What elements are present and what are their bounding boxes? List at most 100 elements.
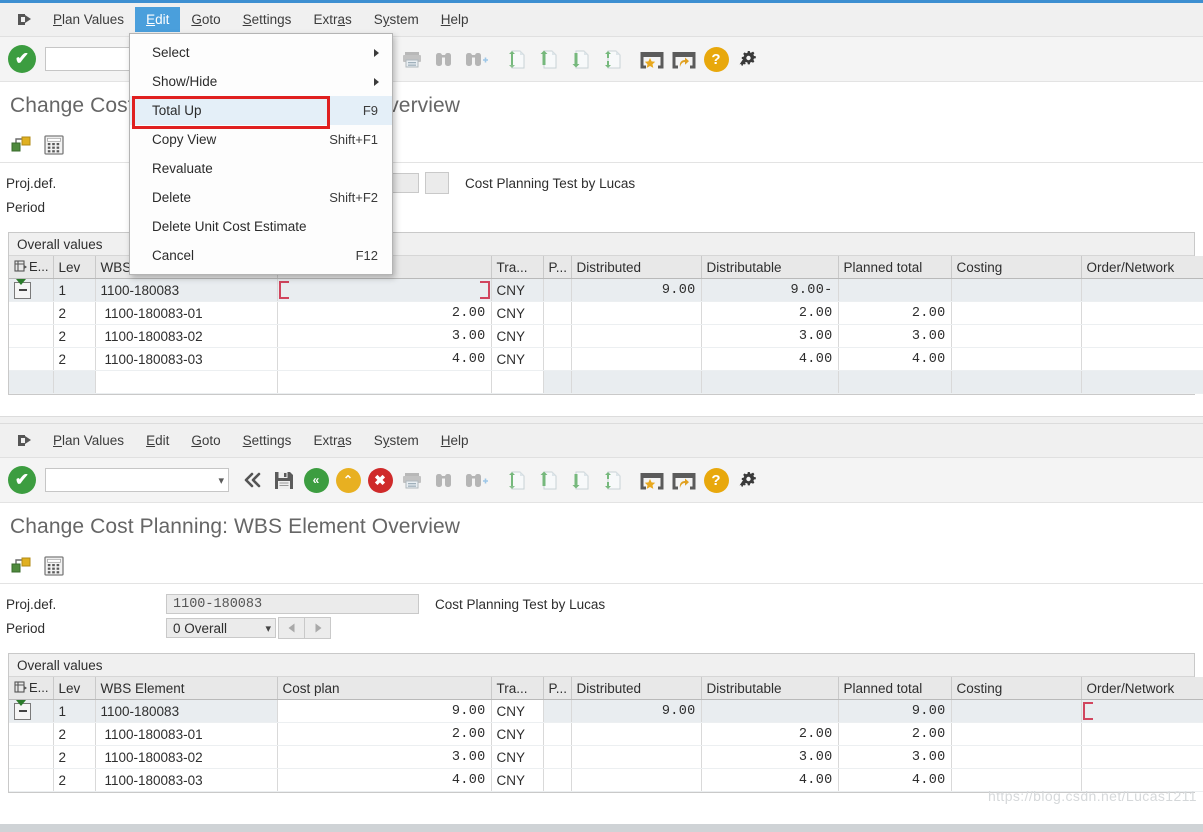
header-tra[interactable]: Tra... (491, 677, 543, 700)
menu-item-settings[interactable]: Settings (232, 428, 303, 453)
header-distributed[interactable]: Distributed (571, 677, 701, 700)
nav-previous-icon[interactable] (278, 617, 305, 639)
first-page-icon[interactable] (501, 44, 531, 74)
header-order-network[interactable]: Order/Network (1081, 677, 1203, 700)
table-row[interactable]: 2 1100-180083-03 4.00 CNY 4.00 4.00 (9, 348, 1203, 371)
header-distributable[interactable]: Distributable (701, 256, 838, 279)
last-page-icon[interactable] (597, 44, 627, 74)
row-node-toggle-bottom[interactable] (9, 769, 53, 792)
cell-cost-plan[interactable] (277, 279, 491, 302)
header-p[interactable]: P... (543, 256, 571, 279)
table-settings-icon[interactable]: E... (9, 256, 53, 279)
hierarchy-structure-icon[interactable] (8, 552, 36, 580)
find-icon[interactable] (429, 44, 459, 74)
calculator-icon[interactable] (40, 552, 68, 580)
menu-option-delete-unit-cost-estimate[interactable]: Delete Unit Cost Estimate (130, 212, 392, 241)
menu-item-settings[interactable]: Settings (232, 7, 303, 32)
first-page-icon[interactable] (501, 465, 531, 495)
next-page-icon[interactable] (565, 465, 595, 495)
menu-item-plan-values[interactable]: Plan Values (42, 428, 135, 453)
header-planned-total[interactable]: Planned total (838, 256, 951, 279)
table-row[interactable]: 1 1100-180083 9.00 CNY 9.00 9.00 (9, 700, 1203, 723)
header-costing[interactable]: Costing (951, 256, 1081, 279)
menu-item-goto[interactable]: Goto (180, 7, 231, 32)
find-icon[interactable] (429, 465, 459, 495)
projdef-extra-box-top[interactable] (425, 172, 449, 194)
table-row[interactable]: 2 1100-180083-01 2.00 CNY 2.00 2.00 (9, 723, 1203, 746)
next-page-icon[interactable] (565, 44, 595, 74)
enter-ok-icon[interactable]: ✔ (8, 45, 36, 73)
print-icon[interactable] (397, 465, 427, 495)
menu-item-extras[interactable]: Extras (302, 428, 362, 453)
header-p[interactable]: P... (543, 677, 571, 700)
cell-cost-plan[interactable]: 9.00 (277, 700, 491, 723)
find-next-icon[interactable] (461, 465, 491, 495)
calculator-icon[interactable] (40, 131, 68, 159)
header-planned-total[interactable]: Planned total (838, 677, 951, 700)
table-row[interactable]: 2 1100-180083-01 2.00 CNY 2.00 2.00 (9, 302, 1203, 325)
menu-item-help[interactable]: Help (430, 428, 480, 453)
menu-item-plan-values[interactable]: PPlan Valueslan Values (42, 7, 135, 32)
exit-up-icon[interactable]: ⌃ (333, 465, 363, 495)
command-field-bottom[interactable]: ▾ (45, 468, 229, 492)
row-node-toggle-top[interactable] (9, 302, 53, 325)
table-row[interactable]: 1 1100-180083 CNY 9.00 9.00- (9, 279, 1203, 302)
row-node-toggle-bottom[interactable] (9, 723, 53, 746)
back-green-icon[interactable]: « (301, 465, 331, 495)
menu-option-select[interactable]: Select (130, 38, 392, 67)
menu-option-cancel[interactable]: Cancel F12 (130, 241, 392, 270)
menu-item-edit[interactable]: Edit (135, 428, 180, 453)
edit-dropdown-menu[interactable]: Select Show/Hide Total Up F9 Copy View S… (129, 33, 393, 275)
menu-item-edit[interactable]: Edit (135, 7, 180, 32)
header-cost-plan[interactable]: Cost plan (277, 677, 491, 700)
nav-next-icon[interactable] (304, 617, 331, 639)
menu-item-help[interactable]: Help (430, 7, 480, 32)
table-row[interactable]: 2 1100-180083-02 3.00 CNY 3.00 3.00 (9, 746, 1203, 769)
table-row[interactable]: 2 1100-180083-02 3.00 CNY 3.00 3.00 (9, 325, 1203, 348)
system-menu-icon[interactable] (0, 12, 42, 27)
help-icon[interactable]: ? (701, 465, 731, 495)
collapse-node-icon[interactable] (14, 282, 31, 299)
cell-cost-plan[interactable]: 2.00 (277, 302, 491, 325)
customize-icon[interactable] (733, 44, 763, 74)
cell-order-network[interactable] (1081, 700, 1203, 723)
row-node-toggle-top[interactable] (9, 325, 53, 348)
create-favorite-icon[interactable] (637, 44, 667, 74)
header-lev[interactable]: Lev (53, 256, 95, 279)
print-icon[interactable] (397, 44, 427, 74)
previous-page-icon[interactable] (533, 465, 563, 495)
cell-cost-plan[interactable]: 4.00 (277, 769, 491, 792)
cell-cost-plan[interactable]: 4.00 (277, 348, 491, 371)
create-favorite-icon[interactable] (637, 465, 667, 495)
find-next-icon[interactable] (461, 44, 491, 74)
input-projdef-bottom[interactable]: 1100-180083 (166, 594, 419, 614)
last-page-icon[interactable] (597, 465, 627, 495)
cell-cost-plan[interactable]: 3.00 (277, 746, 491, 769)
customize-icon[interactable] (733, 465, 763, 495)
new-session-icon[interactable] (669, 465, 699, 495)
collapse-node-icon[interactable] (14, 703, 31, 720)
header-costing[interactable]: Costing (951, 677, 1081, 700)
menu-item-extras[interactable]: Extras (302, 7, 362, 32)
menu-option-revaluate[interactable]: Revaluate (130, 154, 392, 183)
header-wbs-element[interactable]: WBS Element (95, 677, 277, 700)
header-distributable[interactable]: Distributable (701, 677, 838, 700)
hierarchy-structure-icon[interactable] (8, 131, 36, 159)
cell-cost-plan[interactable]: 2.00 (277, 723, 491, 746)
previous-page-icon[interactable] (533, 44, 563, 74)
menu-option-total-up[interactable]: Total Up F9 (130, 96, 392, 125)
table-settings-icon[interactable]: E... (9, 677, 53, 700)
help-icon[interactable]: ? (701, 44, 731, 74)
save-icon[interactable] (269, 465, 299, 495)
header-lev[interactable]: Lev (53, 677, 95, 700)
menu-option-show-hide[interactable]: Show/Hide (130, 67, 392, 96)
row-node-toggle-bottom[interactable] (9, 746, 53, 769)
period-select[interactable]: 0 Overall ▾ (166, 618, 276, 638)
row-node-toggle-top[interactable] (9, 348, 53, 371)
cell-cost-plan[interactable]: 3.00 (277, 325, 491, 348)
header-tra[interactable]: Tra... (491, 256, 543, 279)
row-node-toggle-top[interactable] (9, 279, 53, 302)
cancel-icon[interactable]: ✖ (365, 465, 395, 495)
enter-ok-icon[interactable]: ✔ (8, 466, 36, 494)
header-order-network[interactable]: Order/Network (1081, 256, 1203, 279)
